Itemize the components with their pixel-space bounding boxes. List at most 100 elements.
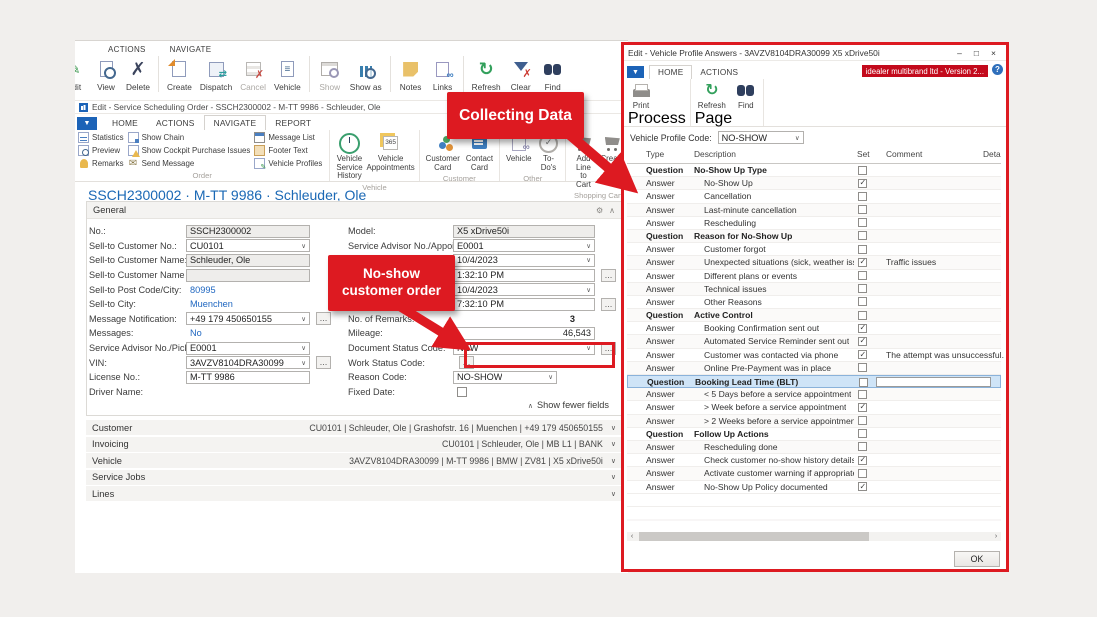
toolbar-button[interactable]: Show [314,56,346,92]
table-row[interactable]: Question Follow Up Actions [627,428,1001,441]
set-checkbox[interactable] [858,258,867,267]
app-menu-button[interactable]: ▼ [627,66,644,78]
ribbon-action[interactable]: Footer Text [254,144,326,157]
dropdown-icon[interactable]: ∨ [586,286,591,294]
table-row[interactable]: Answer Check customer no-show history de… [627,454,1001,467]
ellipsis-button[interactable]: … [601,298,616,311]
table-row[interactable]: Answer Automated Service Reminder sent o… [627,335,1001,348]
set-checkbox[interactable] [858,350,867,359]
menu-item[interactable]: ACTIONS [108,45,146,54]
show-fewer-fields-link[interactable]: ∧Show fewer fields [528,400,609,410]
dropdown-icon[interactable]: ∨ [301,242,306,250]
checkbox[interactable] [457,387,467,397]
table-row[interactable]: Answer Online Pre-Payment was in place [627,362,1001,375]
dropdown-icon[interactable]: ∨ [795,134,800,142]
table-row[interactable]: Answer Activate customer warning if appr… [627,467,1001,480]
set-checkbox[interactable] [858,416,867,425]
menu-item[interactable]: NAVIGATE [170,45,212,54]
set-checkbox[interactable] [858,324,867,333]
set-checkbox[interactable] [858,429,867,438]
set-checkbox[interactable] [858,284,867,293]
ellipsis-button[interactable]: … [601,269,616,282]
set-checkbox[interactable] [858,271,867,280]
ribbon-tab[interactable]: NAVIGATE [204,115,267,130]
chevron-down-icon[interactable]: ∨ [611,490,616,498]
field-control[interactable]: 46,543 ∨ [453,327,595,340]
field-control[interactable]: 10/4/2023 ∨ [453,254,595,267]
set-checkbox[interactable] [858,456,867,465]
field-control[interactable]: Muenchen ∨ [186,298,310,311]
ok-button[interactable]: OK [954,551,1000,567]
ribbon-action[interactable]: Remarks [78,157,128,170]
table-row[interactable]: Answer Other Reasons [627,296,1001,309]
table-row[interactable]: Answer < 5 Days before a service appoint… [627,388,1001,401]
table-row[interactable]: Answer Rescheduling [627,217,1001,230]
set-checkbox[interactable] [858,337,867,346]
field-control[interactable]: M-TT 9986 ∨ [186,371,310,384]
field-control[interactable]: 7:32:10 PM ∨ [453,298,595,311]
ribbon-action[interactable]: Show Cockpit Purchase Issues [128,144,255,157]
table-row[interactable]: Question Active Control [627,309,1001,322]
app-menu-button[interactable]: ▼ [77,117,97,130]
field-control[interactable]: X5 xDrive50i ∨ [453,225,595,238]
dropdown-icon[interactable]: ∨ [301,315,306,323]
field-control[interactable]: E0001 ∨ [453,239,595,252]
toolbar-button[interactable]: Edit [75,56,90,92]
field-control[interactable]: 3AVZV8104DRA30099 ∨ [186,356,310,369]
set-checkbox[interactable] [858,192,867,201]
table-row[interactable]: Answer Booking Confirmation sent out [627,322,1001,335]
collapse-icon[interactable]: ∧ [609,206,615,215]
field-control[interactable]: E0001 ∨ [186,342,310,355]
gear-icon[interactable]: ⚙ [596,206,603,215]
field-control[interactable]: 80995 ∨ [186,283,310,296]
toolbar-button[interactable]: Links [427,56,464,92]
scroll-right-icon[interactable]: › [991,533,1001,540]
fasttab-header[interactable]: Customer CU0101 | Schleuder, Ole | Grash… [86,420,622,435]
table-row[interactable]: Answer Technical issues [627,283,1001,296]
field-control[interactable]: 3 ∨ [453,312,595,325]
toolbar-button[interactable]: Find [537,56,569,92]
ribbon-action[interactable]: Refresh [695,80,729,110]
set-checkbox[interactable] [858,442,867,451]
dropdown-icon[interactable]: ∨ [548,373,553,381]
ribbon-action[interactable]: Preview [78,144,128,157]
table-row[interactable]: Question Reason for No-Show Up [627,230,1001,243]
field-control[interactable]: CU0101 ∨ [186,239,310,252]
ribbon-action[interactable]: Vehicle Service History [333,131,365,182]
ribbon-tab[interactable]: REPORT [266,116,320,130]
set-checkbox[interactable] [858,363,867,372]
toolbar-button[interactable]: Cancel [236,56,270,92]
help-icon[interactable]: ? [992,64,1003,75]
scroll-left-icon[interactable]: ‹ [627,533,637,540]
table-row[interactable]: Question No-Show Up Type [627,164,1001,177]
ribbon-action[interactable]: Vehicle Appointments [366,131,416,173]
ribbon-action[interactable]: Vehicle Profiles [254,157,326,170]
table-row[interactable]: Answer No-Show Up [627,177,1001,190]
ribbon-action[interactable]: Statistics [78,131,128,144]
table-row[interactable]: Answer Cancellation [627,190,1001,203]
dropdown-icon[interactable]: ∨ [586,242,591,250]
table-row[interactable]: Answer > 2 Weeks before a service appoin… [627,415,1001,428]
field-control[interactable]: 10/4/2023 ∨ [453,283,595,296]
toolbar-button[interactable]: Notes [395,56,427,92]
horizontal-scrollbar[interactable]: ‹ › [627,532,1001,541]
table-row[interactable]: Answer Last-minute cancellation [627,204,1001,217]
ribbon-action[interactable]: Print [628,80,654,110]
field-control[interactable]: ∨ [453,385,595,398]
close-icon[interactable]: × [985,46,1002,59]
ribbon-action[interactable]: Show Chain [128,131,255,144]
ribbon-action[interactable]: Message List [254,131,326,144]
table-row[interactable]: Question Booking Lead Time (BLT) [627,375,1001,388]
set-checkbox[interactable] [858,482,867,491]
fasttab-header[interactable]: Service Jobs ∨ [86,470,622,485]
fasttab-header[interactable]: Invoicing CU0101 | Schleuder, Ole | MB L… [86,437,622,452]
set-checkbox[interactable] [858,179,867,188]
field-control[interactable]: Schleuder, Ole ∨ [186,254,310,267]
field-control[interactable]: +49 179 450650155 ∨ [186,312,310,325]
field-control[interactable]: SSCH2300002 ∨ [186,225,310,238]
toolbar-button[interactable]: Clear [505,56,537,92]
ribbon-action[interactable]: Find [733,80,759,110]
dropdown-icon[interactable]: ∨ [301,344,306,352]
field-control[interactable]: ∨ [186,269,310,282]
set-checkbox[interactable] [858,166,867,175]
